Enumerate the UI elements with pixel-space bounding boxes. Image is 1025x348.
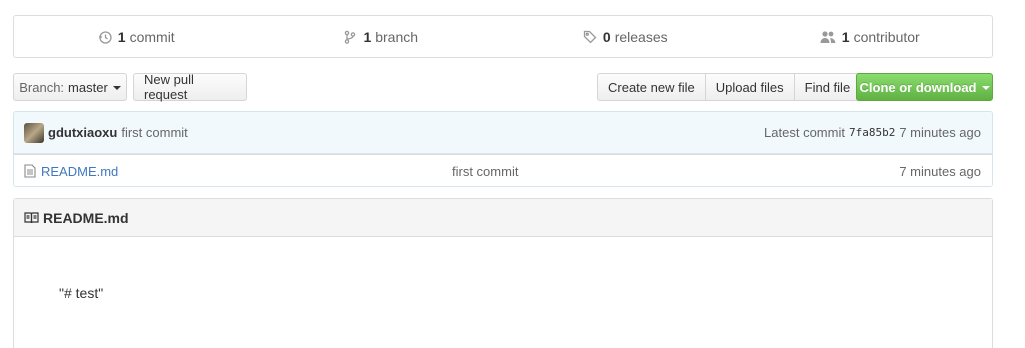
commits-label: commit [129, 28, 175, 45]
find-file-button[interactable]: Find file [793, 73, 862, 101]
commit-message-link[interactable]: first commit [121, 125, 187, 140]
files-table: gdutxiaoxu first commit Latest commit 7f… [13, 111, 993, 187]
file-actions-group: Create new file Upload files Find file [597, 73, 862, 101]
readme-box: README.md "# test" [13, 198, 993, 348]
avatar[interactable] [24, 122, 44, 143]
caret-down-icon [112, 86, 121, 90]
commits-count: 1 [117, 28, 126, 45]
branch-prefix: Branch: [19, 79, 65, 95]
file-commit-message-link[interactable]: first commit [452, 164, 518, 179]
branch-icon [345, 30, 356, 44]
file-age: 7 minutes ago [899, 163, 981, 179]
branch-select-button[interactable]: Branch: master [13, 73, 127, 101]
file-name-link[interactable]: README.md [41, 164, 118, 179]
numbers-summary: 1 commit 1 branch 0 releases 1 contribut… [13, 15, 993, 58]
releases-count: 0 [602, 28, 611, 45]
book-icon [24, 211, 39, 223]
create-new-file-button[interactable]: Create new file [597, 73, 706, 101]
people-icon [820, 30, 836, 43]
releases-label: releases [614, 28, 668, 45]
commit-tease: gdutxiaoxu first commit Latest commit 7f… [14, 112, 992, 154]
branch-name: master [68, 79, 108, 95]
readme-header: README.md [14, 199, 992, 237]
caret-down-icon [981, 86, 990, 90]
file-icon [24, 164, 36, 178]
commit-age: 7 minutes ago [899, 125, 981, 140]
branches-label: branch [375, 28, 419, 45]
history-icon [98, 30, 112, 44]
commit-author-link[interactable]: gdutxiaoxu [48, 125, 117, 140]
releases-link[interactable]: 0 releases [503, 16, 748, 57]
clone-or-download-label: Clone or download [859, 79, 977, 95]
branches-link[interactable]: 1 branch [259, 16, 504, 57]
new-pull-request-button[interactable]: New pull request [133, 72, 247, 102]
contributors-count: 1 [841, 28, 850, 45]
table-row: README.md first commit 7 minutes ago [14, 154, 992, 186]
contributors-label: contributor [853, 28, 920, 45]
branches-count: 1 [363, 28, 372, 45]
upload-files-button[interactable]: Upload files [704, 73, 795, 101]
commits-link[interactable]: 1 commit [14, 16, 259, 57]
commit-sha-link[interactable]: 7fa85b2 [849, 126, 895, 139]
contributors-link[interactable]: 1 contributor [748, 16, 993, 57]
latest-commit-label: Latest commit [764, 125, 845, 140]
clone-or-download-button[interactable]: Clone or download [856, 73, 993, 101]
readme-title: README.md [43, 209, 129, 226]
tag-icon [583, 30, 597, 43]
commit-meta: Latest commit 7fa85b2 7 minutes ago [764, 125, 981, 140]
readme-content: "# test" [59, 285, 104, 301]
